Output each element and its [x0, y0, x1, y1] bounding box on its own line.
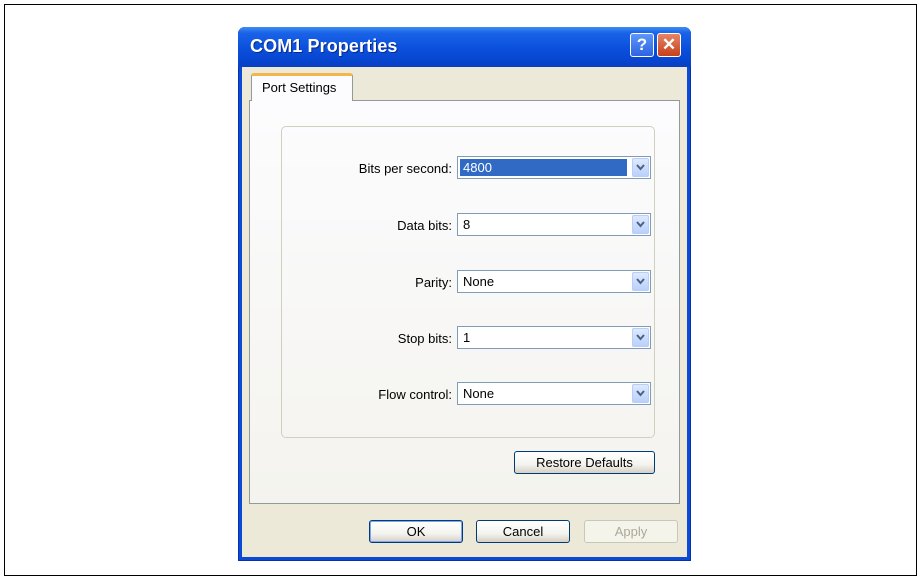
cancel-button[interactable]: Cancel [476, 520, 570, 543]
window-title: COM1 Properties [250, 36, 398, 56]
flow-control-value: None [463, 386, 495, 401]
chevron-down-icon[interactable] [632, 384, 649, 403]
stop-bits-label: Stop bits: [397, 331, 452, 346]
dialog-client-area: Port Settings Bits per second: 4800 Data… [242, 67, 687, 557]
help-button[interactable]: ? [630, 33, 654, 57]
flow-control-label: Flow control: [378, 387, 452, 402]
chevron-down-icon[interactable] [632, 328, 649, 347]
tab-label: Port Settings [262, 80, 337, 95]
flow-control-combo[interactable]: None [457, 382, 651, 405]
parity-label: Parity: [415, 275, 452, 290]
parity-combo[interactable]: None [457, 270, 651, 293]
close-button[interactable]: ✕ [657, 33, 681, 57]
bits-per-second-label: Bits per second: [358, 161, 452, 176]
chevron-down-icon[interactable] [632, 272, 649, 291]
restore-defaults-button[interactable]: Restore Defaults [514, 451, 655, 474]
stop-bits-value: 1 [463, 330, 471, 345]
bits-per-second-value: 4800 [460, 159, 627, 176]
chevron-down-icon[interactable] [632, 215, 649, 234]
tab-panel: Bits per second: 4800 Data bits: 8 Parit… [249, 100, 680, 504]
apply-button[interactable]: Apply [584, 520, 678, 543]
properties-dialog: COM1 Properties ? ✕ Port Settings Bits p… [238, 27, 691, 561]
tab-port-settings[interactable]: Port Settings [251, 73, 353, 101]
parity-value: None [463, 274, 495, 289]
stop-bits-combo[interactable]: 1 [457, 326, 651, 349]
data-bits-combo[interactable]: 8 [457, 213, 651, 236]
data-bits-label: Data bits: [397, 218, 452, 233]
settings-group: Bits per second: 4800 Data bits: 8 Parit… [281, 126, 655, 438]
close-icon: ✕ [661, 35, 677, 54]
bits-per-second-combo[interactable]: 4800 [457, 156, 651, 179]
ok-button[interactable]: OK [369, 520, 463, 543]
chevron-down-icon[interactable] [632, 158, 649, 177]
screenshot-frame: COM1 Properties ? ✕ Port Settings Bits p… [4, 4, 917, 576]
title-bar[interactable]: COM1 Properties ? ✕ [238, 27, 691, 67]
data-bits-value: 8 [463, 217, 471, 232]
help-icon: ? [636, 35, 648, 54]
